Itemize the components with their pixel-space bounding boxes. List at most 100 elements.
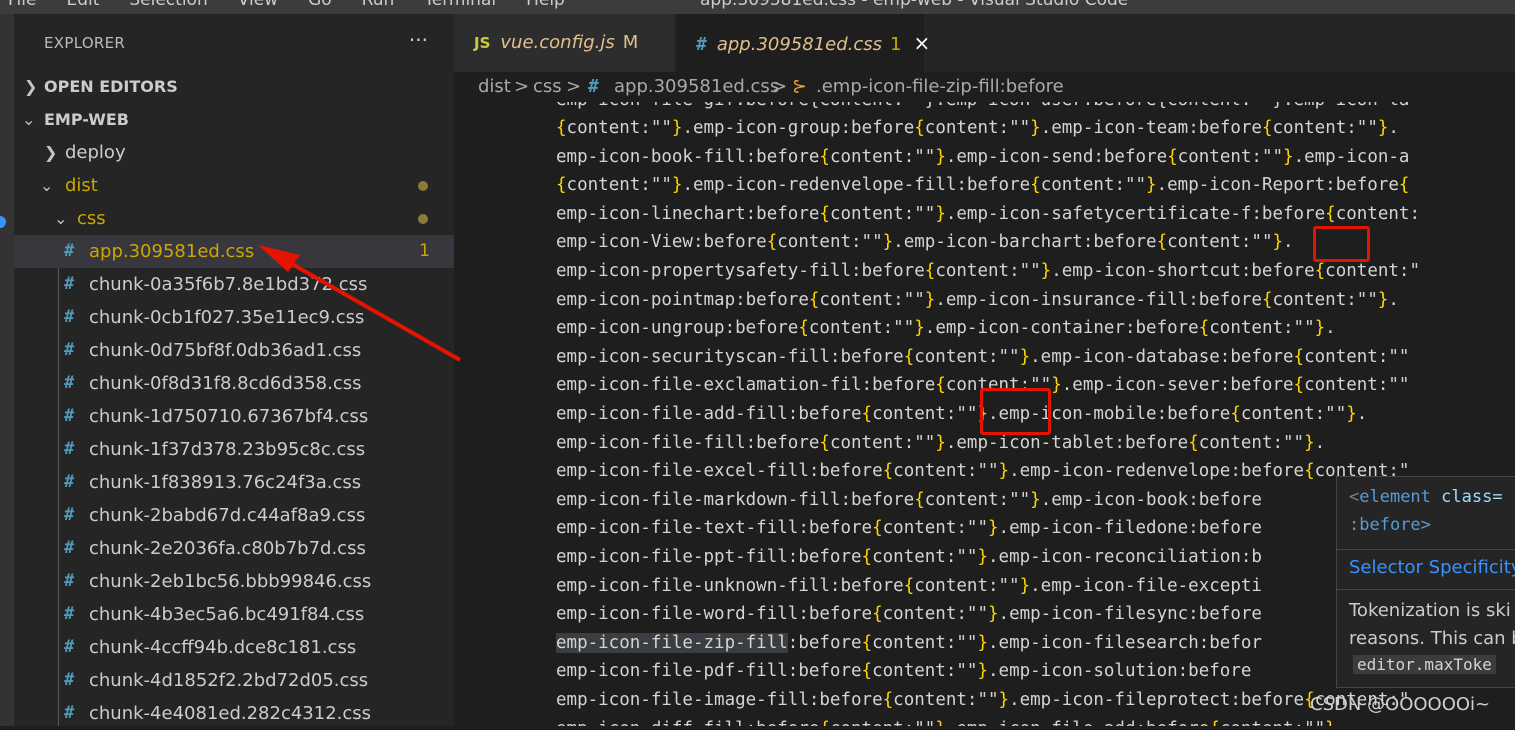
menu-file[interactable]: File <box>8 0 36 10</box>
code-line: emp-icon-file-text-fill:before{content:"… <box>556 518 1262 539</box>
close-icon[interactable]: × <box>914 31 931 55</box>
chevron-down-icon: ⌄ <box>40 176 54 195</box>
modified-dot-icon <box>418 181 428 191</box>
project-label: EMP-WEB <box>44 110 129 129</box>
file-label: chunk-1f37d378.23b95c8c.css <box>89 439 366 460</box>
css-file-icon: # <box>64 406 75 426</box>
tab-modified-indicator: M <box>622 32 639 53</box>
file-label: chunk-2eb1bc56.bbb99846.css <box>89 571 372 592</box>
problem-count-badge: 1 <box>419 241 430 261</box>
css-file-icon: # <box>64 307 75 327</box>
breadcrumb-separator: > <box>566 76 582 97</box>
tree-file[interactable]: # chunk-1f37d378.23b95c8c.css <box>14 433 454 466</box>
hover-message: Tokenization is ski reasons. This can b <box>1349 597 1515 653</box>
more-actions-icon[interactable]: ··· <box>409 28 428 52</box>
hover-message-line: reasons. This can b <box>1349 628 1515 649</box>
file-label: chunk-2e2036fa.c80b7b7d.css <box>89 538 366 559</box>
code-line: emp-icon-ungroup:before{content:""}.emp-… <box>556 318 1336 339</box>
css-file-icon: # <box>64 373 75 393</box>
tree-file[interactable]: # chunk-1f838913.76c24f3a.css <box>14 466 454 499</box>
breadcrumb-item[interactable]: dist <box>478 72 511 102</box>
open-editors-label: OPEN EDITORS <box>44 77 178 96</box>
hover-setting-code[interactable]: editor.maxToke <box>1353 655 1496 674</box>
code-line: emp-icon-propertysafety-fill:before{cont… <box>556 261 1420 281</box>
tree-file[interactable]: # chunk-4e4081ed.282c4312.css <box>14 697 454 730</box>
menu-run[interactable]: Run <box>362 0 395 10</box>
css-file-icon: # <box>64 505 75 525</box>
tree-file[interactable]: # chunk-1d750710.67367bf4.css <box>14 400 454 433</box>
css-file-icon: # <box>64 571 75 591</box>
hover-code-line: :before> <box>1349 515 1431 535</box>
menu-selection[interactable]: Selection <box>129 0 207 10</box>
tree-folder-css[interactable]: ⌄ css <box>14 202 454 235</box>
tab-vue-config[interactable]: JS vue.config.js M <box>454 14 674 72</box>
code-line: {content:""}.emp-icon-group:before{conte… <box>556 118 1399 138</box>
chevron-right-icon: ❯ <box>44 143 58 162</box>
menu-edit[interactable]: Edit <box>66 0 99 10</box>
tab-app-css[interactable]: # app.309581ed.css 1 × <box>676 14 930 72</box>
chevron-right-icon: ❯ <box>24 77 38 96</box>
css-file-icon: # <box>64 637 75 657</box>
file-label: chunk-1d750710.67367bf4.css <box>89 406 369 427</box>
tree-file[interactable]: # chunk-2eb1bc56.bbb99846.css <box>14 565 454 598</box>
tree-file[interactable]: # chunk-4ccff94b.dce8c181.css <box>14 631 454 664</box>
breadcrumb-item[interactable]: .emp-icon-file-zip-fill:before <box>816 72 1064 102</box>
tree-file[interactable]: # chunk-2babd67d.c44af8a9.css <box>14 499 454 532</box>
css-file-icon: # <box>64 439 75 459</box>
code-line: emp-icon-pointmap:before{content:""}.emp… <box>556 289 1399 310</box>
css-file-icon: # <box>64 538 75 558</box>
tree-file-selected[interactable]: # app.309581ed.css 1 <box>14 235 454 268</box>
breadcrumb-item[interactable]: app.309581ed.css <box>614 72 779 102</box>
menu-go[interactable]: Go <box>308 0 332 10</box>
menu-items: File Edit Selection View Go Run Terminal… <box>8 0 565 10</box>
tree-file[interactable]: # chunk-4b3ec5a6.bc491f84.css <box>14 598 454 631</box>
menu-help[interactable]: Help <box>526 0 565 10</box>
selector-specificity-link[interactable]: Selector Specificity <box>1349 557 1515 578</box>
code-line: emp-icon-file-ppt-fill:before{content:""… <box>556 547 1262 567</box>
account-indicator-icon[interactable] <box>0 216 6 228</box>
file-label: chunk-0f8d31f8.8cd6d358.css <box>89 373 362 394</box>
code-line: emp-icon-securityscan-fill:before{conten… <box>556 346 1410 367</box>
tree-folder-deploy[interactable]: ❯ deploy <box>14 136 454 169</box>
tree-folder-dist[interactable]: ⌄ dist <box>14 169 454 202</box>
activity-bar <box>0 14 14 726</box>
window-title: app.309581ed.css - emp-web - Visual Stud… <box>700 0 1129 10</box>
code-line: emp-icon-file-excel-fill:before{content:… <box>556 461 1410 482</box>
code-line: emp-icon-file-image-fill:before{content:… <box>556 690 1410 710</box>
css-file-icon: # <box>588 76 599 97</box>
menu-terminal[interactable]: Terminal <box>424 0 496 10</box>
breadcrumb-separator: > <box>514 76 530 97</box>
code-line: emp-icon-file-add-fill:before{content:""… <box>556 404 1368 424</box>
file-label: chunk-0cb1f027.35e11ec9.css <box>89 307 365 328</box>
css-file-icon: # <box>64 472 75 492</box>
css-file-icon: # <box>64 241 75 261</box>
folder-label: css <box>77 208 106 229</box>
file-label: chunk-4b3ec5a6.bc491f84.css <box>89 604 365 625</box>
code-line: emp-icon-file-markdown-fill:before{conte… <box>556 489 1262 510</box>
tree-file[interactable]: # chunk-0f8d31f8.8cd6d358.css <box>14 367 454 400</box>
code-line: emp-icon-book-fill:before{content:""}.em… <box>556 146 1410 167</box>
project-section[interactable]: ⌄ EMP-WEB <box>14 103 454 136</box>
breadcrumb: dist > css > # app.309581ed.css > ⊱ .emp… <box>454 72 1515 102</box>
menu-view[interactable]: View <box>238 0 278 10</box>
menu-bar: File Edit Selection View Go Run Terminal… <box>0 0 1515 14</box>
hover-attribute: class= <box>1430 487 1503 507</box>
symbol-class-icon: ⊱ <box>792 76 808 97</box>
hover-divider <box>1337 589 1515 590</box>
tab-label: vue.config.js <box>500 32 615 53</box>
tree-file[interactable]: # chunk-0cb1f027.35e11ec9.css <box>14 301 454 334</box>
tree-file[interactable]: # chunk-4d1852f2.2bd72d05.css <box>14 664 454 697</box>
hover-code-line: <element class= <box>1349 487 1503 507</box>
tree-file[interactable]: # chunk-2e2036fa.c80b7b7d.css <box>14 532 454 565</box>
hover-tag-bracket: < <box>1349 487 1360 507</box>
explorer-sidebar: EXPLORER ··· ❯ OPEN EDITORS ⌄ EMP-WEB ❯ … <box>14 14 454 726</box>
tree-file[interactable]: # chunk-0d75bf8f.0db36ad1.css <box>14 334 454 367</box>
css-file-icon: # <box>64 703 75 723</box>
open-editors-section[interactable]: ❯ OPEN EDITORS <box>14 70 454 103</box>
tab-problem-count: 1 <box>890 34 902 55</box>
file-label: chunk-4e4081ed.282c4312.css <box>89 703 372 724</box>
tree-file[interactable]: # chunk-0a35f6b7.8e1bd372.css <box>14 268 454 301</box>
breadcrumb-item[interactable]: css <box>533 72 562 102</box>
css-file-icon: # <box>696 34 707 55</box>
css-file-icon: # <box>64 670 75 690</box>
